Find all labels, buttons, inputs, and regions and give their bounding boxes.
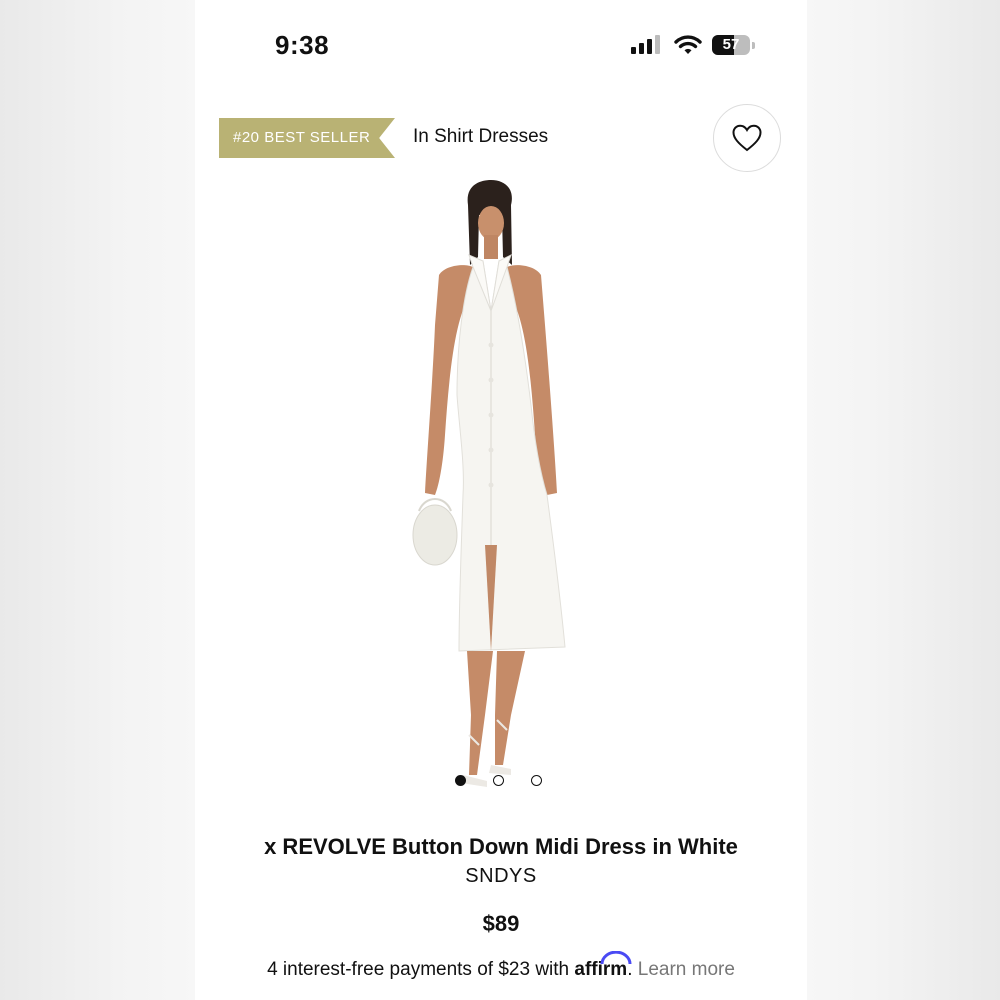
product-title: x REVOLVE Button Down Midi Dress in Whit… (264, 834, 738, 859)
wifi-icon (674, 35, 702, 54)
background-right (807, 0, 1000, 1000)
carousel-dot[interactable] (493, 775, 504, 786)
learn-more-link[interactable]: Learn more (638, 959, 735, 980)
heart-icon (732, 124, 762, 152)
brand-name[interactable]: SNDYS (195, 865, 807, 888)
background-left (0, 0, 195, 1000)
favorite-button[interactable] (713, 104, 781, 172)
product-photo[interactable] (375, 175, 605, 795)
battery-level: 57 (722, 36, 740, 53)
price: $89 (482, 911, 520, 936)
status-time: 9:38 (275, 30, 330, 60)
carousel-dot[interactable] (531, 775, 542, 786)
carousel-dot[interactable] (455, 775, 466, 786)
battery-icon: 57 (712, 35, 750, 55)
category-link[interactable]: In Shirt Dresses (413, 126, 548, 148)
battery-tip (752, 42, 755, 49)
best-seller-badge: #20 BEST SELLER (219, 118, 395, 158)
product-page: 9:38 57 #20 BEST SELLER In Shirt Dresses (195, 0, 807, 1000)
affirm-installments: 4 interest-free payments of $23 with aff… (195, 951, 807, 981)
affirm-logo: affirm (574, 951, 632, 980)
affirm-arc-icon (600, 951, 632, 965)
best-seller-label: #20 BEST SELLER (233, 129, 371, 146)
signal-icon (631, 34, 663, 56)
installments-text: 4 interest-free payments of $23 with (267, 959, 570, 980)
